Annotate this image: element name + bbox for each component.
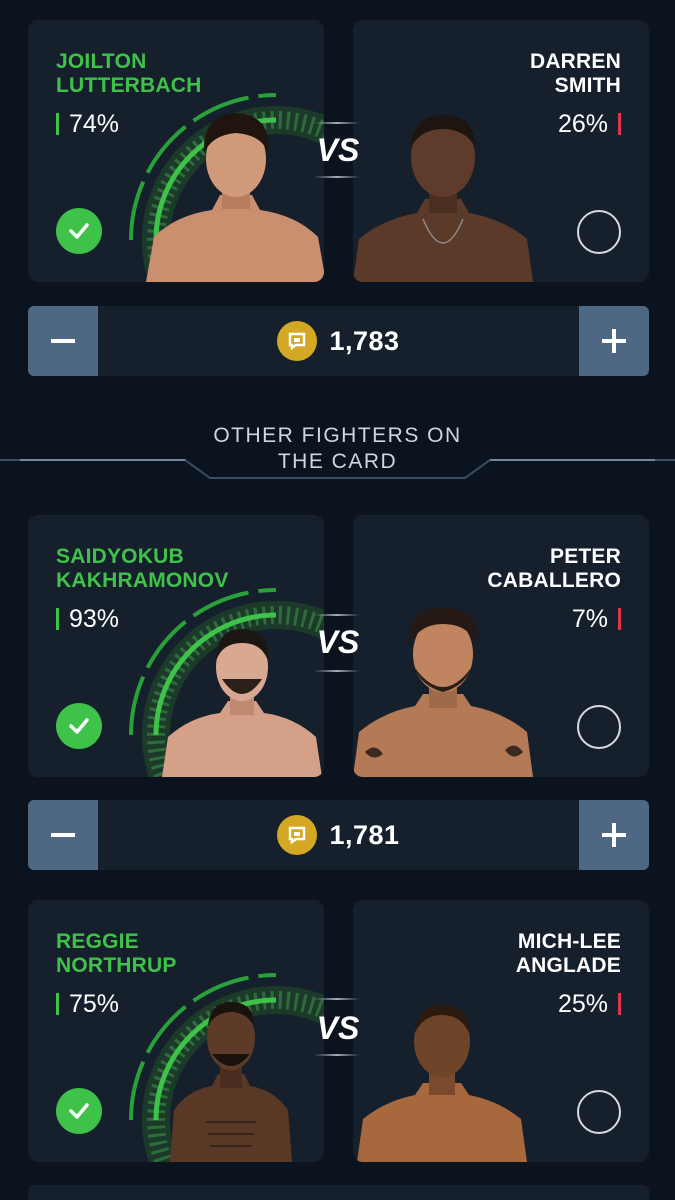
percentage-value: 93% <box>69 605 120 633</box>
percentage-value: 26% <box>557 110 608 138</box>
fighter-name: JOILTON LUTTERBACH <box>56 50 202 97</box>
wager-stepper: 1,783 <box>28 306 649 376</box>
plus-icon <box>602 823 626 847</box>
increase-button[interactable] <box>579 800 649 870</box>
fighter-card-joilton-lutterbach[interactable]: JOILTON LUTTERBACH 74% <box>28 20 324 282</box>
fighter-photo <box>162 629 322 777</box>
percentage-bar <box>618 608 621 630</box>
next-row-peek <box>28 1185 649 1200</box>
plus-icon <box>602 329 626 353</box>
vs-label: VS <box>316 132 360 168</box>
unselected-radio-icon[interactable] <box>577 210 621 254</box>
fighter-photo <box>353 115 533 282</box>
vs-label: VS <box>316 624 360 660</box>
percentage-value: 25% <box>557 990 608 1018</box>
amount-value: 1,783 <box>329 325 400 356</box>
vs-line-bottom <box>314 670 360 672</box>
selected-check-icon[interactable] <box>56 1088 102 1134</box>
fighter-photo <box>357 1005 527 1162</box>
fighter-photo <box>353 608 533 777</box>
wager-amount: 1,781 <box>28 800 649 870</box>
decrease-button[interactable] <box>28 800 98 870</box>
win-percentage: 25% <box>558 990 621 1018</box>
fighter-name: REGGIE NORTHRUP <box>56 930 177 977</box>
coin-icon <box>277 321 318 361</box>
selected-check-icon[interactable] <box>56 703 102 749</box>
win-percentage: 74% <box>56 110 119 138</box>
win-percentage: 93% <box>56 605 119 633</box>
percentage-bar <box>56 113 59 135</box>
vs-line-bottom <box>314 1054 360 1056</box>
wager-amount: 1,783 <box>28 306 649 376</box>
fighter-name: DARREN SMITH <box>529 50 621 97</box>
percentage-bar <box>56 608 59 630</box>
vs-line-bottom <box>314 176 360 178</box>
minus-icon <box>51 339 75 343</box>
vs-line-top <box>314 998 360 1000</box>
fighter-name: SAIDYOKUB KAKHRAMONOV <box>56 545 229 592</box>
percentage-bar <box>618 993 621 1015</box>
unselected-radio-icon[interactable] <box>577 705 621 749</box>
selected-check-icon[interactable] <box>56 208 102 254</box>
fighter-photo <box>170 1002 292 1162</box>
fighter-card-darren-smith[interactable]: DARREN SMITH 26% <box>353 20 649 282</box>
section-title: OTHER FIGHTERS ON THE CARD <box>213 424 462 473</box>
fighter-name: PETER CABALLERO <box>487 545 621 592</box>
percentage-value: 7% <box>571 605 608 633</box>
fighter-card-mich-lee-anglade[interactable]: MICH-LEE ANGLADE 25% <box>353 900 649 1162</box>
coin-icon <box>277 815 318 855</box>
wager-stepper: 1,781 <box>28 800 649 870</box>
minus-icon <box>51 833 75 837</box>
percentage-bar <box>56 993 59 1015</box>
percentage-value: 75% <box>69 990 120 1018</box>
win-percentage: 75% <box>56 990 119 1018</box>
percentage-bar <box>618 113 621 135</box>
unselected-radio-icon[interactable] <box>577 1090 621 1134</box>
vs-line-top <box>314 614 360 616</box>
fighter-card-reggie-northrup[interactable]: REGGIE NORTHRUP 75% <box>28 900 324 1162</box>
percentage-value: 74% <box>69 110 120 138</box>
fighter-photo <box>146 113 324 282</box>
amount-value: 1,781 <box>329 819 400 850</box>
fighter-name: MICH-LEE ANGLADE <box>515 930 621 977</box>
vs-label: VS <box>316 1010 360 1046</box>
decrease-button[interactable] <box>28 306 98 376</box>
win-percentage: 7% <box>572 605 621 633</box>
fighter-card-saidyokub-kakhramonov[interactable]: SAIDYOKUB KAKHRAMONOV 93% <box>28 515 324 777</box>
fighter-card-peter-caballero[interactable]: PETER CABALLERO 7% <box>353 515 649 777</box>
vs-line-top <box>314 122 360 124</box>
increase-button[interactable] <box>579 306 649 376</box>
win-percentage: 26% <box>558 110 621 138</box>
